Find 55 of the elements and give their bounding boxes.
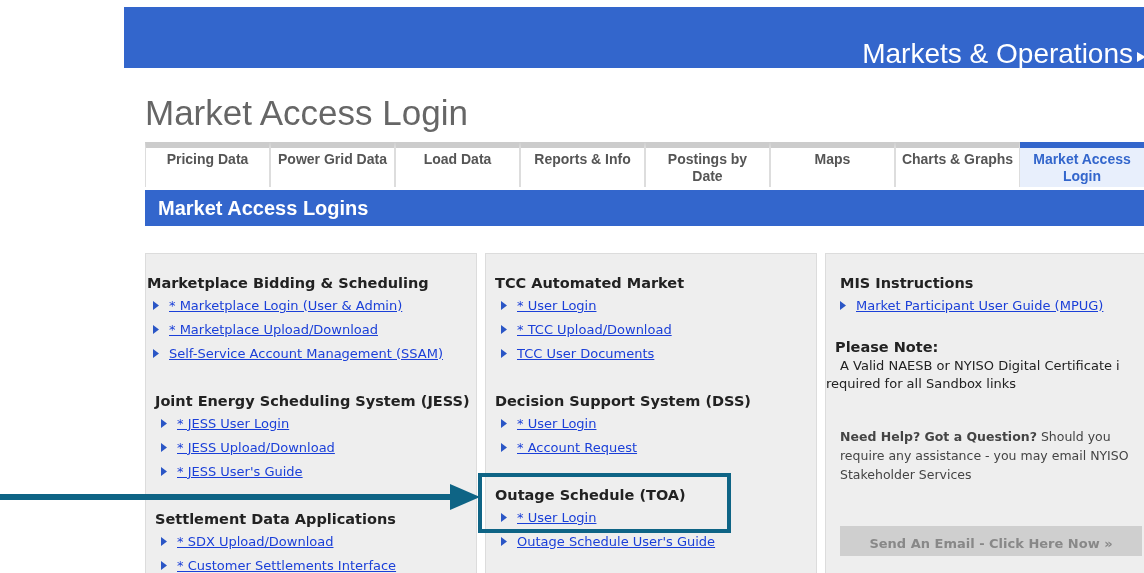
- triangle-icon: [161, 442, 167, 452]
- link[interactable]: * Marketplace Upload/Download: [169, 321, 378, 337]
- nav-tab[interactable]: Load Data: [395, 142, 520, 187]
- link[interactable]: Market Participant User Guide (MPUG): [856, 297, 1104, 313]
- link[interactable]: * Customer Settlements Interface: [177, 557, 397, 573]
- triangle-icon: [501, 300, 507, 310]
- nav-tab[interactable]: Power Grid Data: [270, 142, 395, 187]
- nav-tab[interactable]: Maps: [770, 142, 895, 187]
- note-heading: Please Note:: [834, 338, 940, 357]
- banner-title[interactable]: Markets & Operations: [862, 40, 1133, 68]
- triangle-icon: [501, 442, 507, 452]
- group-heading: MIS Instructions: [840, 274, 975, 293]
- group-heading: Outage Schedule (TOA): [495, 486, 687, 505]
- nav-tab[interactable]: Postings by Date: [645, 142, 770, 187]
- link[interactable]: Outage Schedule User's Guide: [517, 533, 716, 549]
- nav-tab[interactable]: Pricing Data: [145, 142, 270, 187]
- help-text: Need Help? Got a Question? Should you require any assistance - you may email NYISO Stakeholder Services: [840, 428, 1130, 484]
- link[interactable]: Self-Service Account Management (SSAM): [169, 345, 443, 361]
- nav-tab[interactable]: Charts & Graphs: [895, 142, 1020, 187]
- note-text: required for all Sandbox links: [826, 375, 1018, 393]
- group-heading: Joint Energy Scheduling System (JESS): [155, 392, 471, 411]
- link[interactable]: * SDX Upload/Download: [177, 533, 334, 549]
- link[interactable]: * User Login: [517, 297, 597, 313]
- triangle-icon: [161, 560, 167, 570]
- group-heading: Decision Support System (DSS): [495, 392, 752, 411]
- triangle-icon: [501, 324, 507, 334]
- triangle-icon: [840, 300, 846, 310]
- link[interactable]: * Account Request: [517, 439, 638, 455]
- triangle-icon: [161, 536, 167, 546]
- triangle-icon: [501, 536, 507, 546]
- group-heading: Marketplace Bidding & Scheduling: [147, 274, 430, 293]
- triangle-icon: [161, 466, 167, 476]
- link[interactable]: TCC User Documents: [517, 345, 655, 361]
- link[interactable]: * JESS User Login: [177, 415, 290, 431]
- link[interactable]: * TCC Upload/Download: [517, 321, 672, 337]
- triangle-icon: [1137, 52, 1144, 62]
- triangle-icon: [153, 300, 159, 310]
- note-text: A Valid NAESB or NYISO Digital Certificate i: [839, 357, 1121, 375]
- link[interactable]: * User Login: [517, 509, 597, 525]
- triangle-icon: [501, 418, 507, 428]
- nav-tab[interactable]: Reports & Info: [520, 142, 645, 187]
- group-heading: TCC Automated Market: [495, 274, 686, 293]
- triangle-icon: [153, 348, 159, 358]
- nav-tab[interactable]: Market Access Login: [1020, 142, 1144, 187]
- group-heading: Settlement Data Applications: [155, 510, 397, 529]
- triangle-icon: [501, 512, 507, 522]
- triangle-icon: [153, 324, 159, 334]
- link[interactable]: * JESS User's Guide: [177, 463, 303, 479]
- link[interactable]: * Marketplace Login (User & Admin): [169, 297, 403, 313]
- triangle-icon: [161, 418, 167, 428]
- link[interactable]: * User Login: [517, 415, 597, 431]
- triangle-icon: [501, 348, 507, 358]
- page-title: Market Access Login: [145, 93, 468, 133]
- link[interactable]: * JESS Upload/Download: [177, 439, 335, 455]
- section-bar: Market Access Logins: [145, 190, 1144, 226]
